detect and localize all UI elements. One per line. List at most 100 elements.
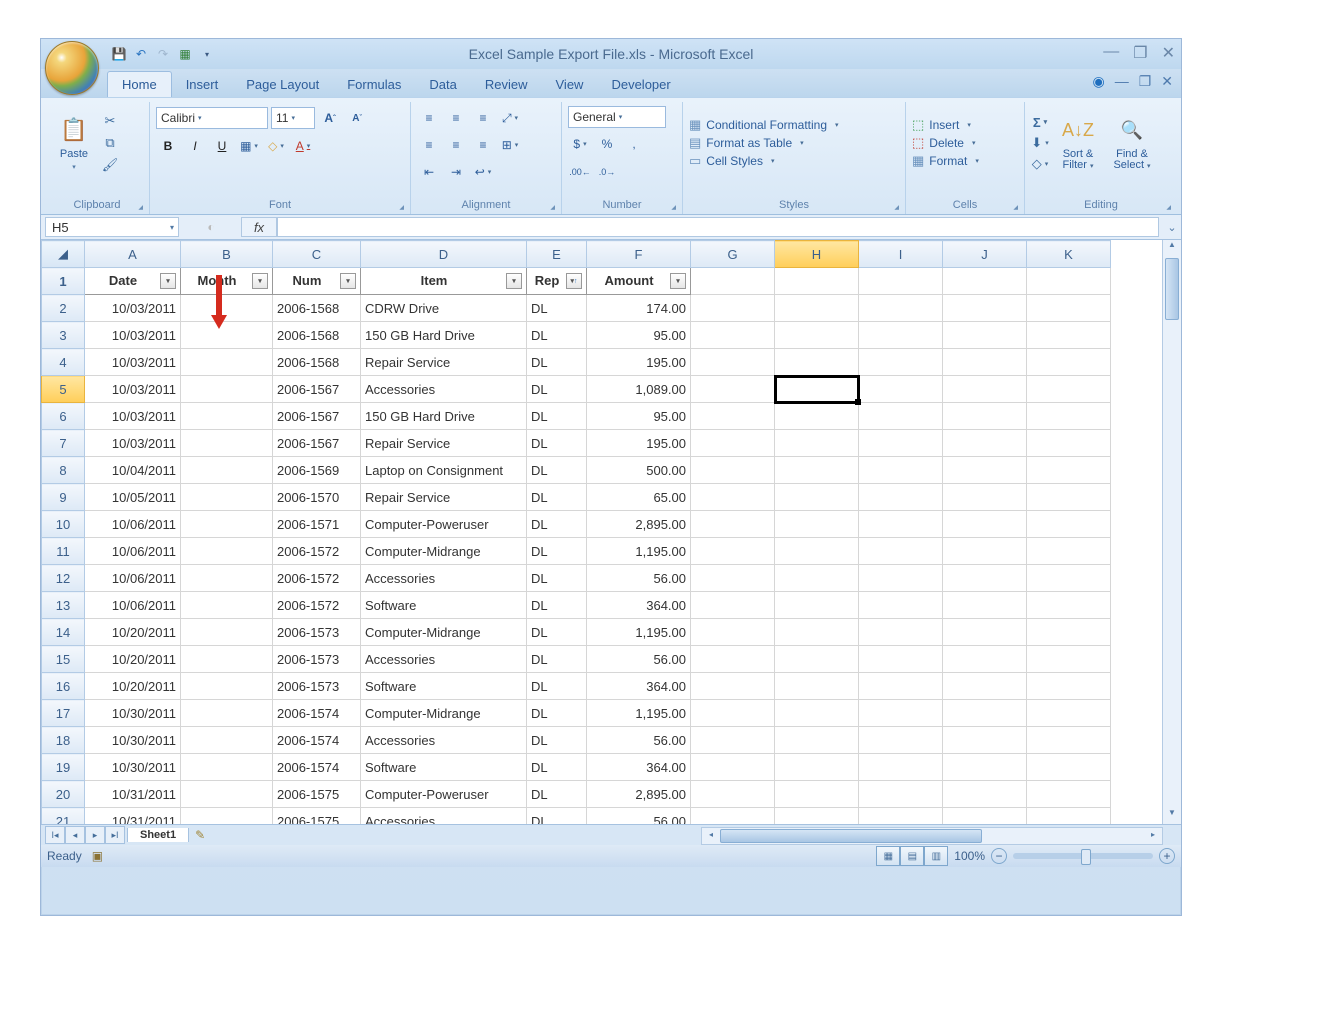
tab-page-layout[interactable]: Page Layout	[232, 72, 333, 97]
worksheet-grid[interactable]: ◢ABCDEFGHIJK1Date▾Month▾Num▾Item▾Rep▾↑Am…	[41, 240, 1181, 824]
cell-J6[interactable]	[943, 403, 1027, 430]
cell-C20[interactable]: 2006-1575	[273, 781, 361, 808]
cell-I5[interactable]	[859, 376, 943, 403]
cell-K6[interactable]	[1027, 403, 1111, 430]
cell-I18[interactable]	[859, 727, 943, 754]
format-as-table-button[interactable]: ▤Format as Table▾	[689, 135, 804, 151]
cell-E19[interactable]: DL	[527, 754, 587, 781]
header-cell-D[interactable]: Item▾	[361, 268, 527, 295]
window-minimize-icon[interactable]: —	[1115, 73, 1129, 90]
filter-button-F[interactable]: ▾	[670, 273, 686, 289]
cell-B21[interactable]	[181, 808, 273, 825]
cell-K17[interactable]	[1027, 700, 1111, 727]
cell-I8[interactable]	[859, 457, 943, 484]
header-cell-I[interactable]	[859, 268, 943, 295]
row-header-14[interactable]: 14	[42, 619, 85, 646]
cell-K16[interactable]	[1027, 673, 1111, 700]
cell-E11[interactable]: DL	[527, 538, 587, 565]
cell-J2[interactable]	[943, 295, 1027, 322]
cell-A16[interactable]: 10/20/2011	[85, 673, 181, 700]
cell-F9[interactable]: 65.00	[587, 484, 691, 511]
cell-B10[interactable]	[181, 511, 273, 538]
wrap-text-icon[interactable]: ↩▾	[471, 160, 495, 184]
tab-developer[interactable]: Developer	[597, 72, 684, 97]
cell-C10[interactable]: 2006-1571	[273, 511, 361, 538]
vertical-scrollbar[interactable]: ▲ ▼	[1162, 240, 1181, 824]
conditional-formatting-button[interactable]: ▦Conditional Formatting▾	[689, 117, 839, 133]
cell-A6[interactable]: 10/03/2011	[85, 403, 181, 430]
cell-B19[interactable]	[181, 754, 273, 781]
cell-H12[interactable]	[775, 565, 859, 592]
cell-A5[interactable]: 10/03/2011	[85, 376, 181, 403]
redo-icon[interactable]: ↷	[155, 46, 171, 62]
cell-G2[interactable]	[691, 295, 775, 322]
macro-record-icon[interactable]: ▣	[92, 849, 103, 863]
row-header-17[interactable]: 17	[42, 700, 85, 727]
cell-F10[interactable]: 2,895.00	[587, 511, 691, 538]
cell-J14[interactable]	[943, 619, 1027, 646]
scroll-left-icon[interactable]: ◂	[704, 830, 718, 839]
cell-K8[interactable]	[1027, 457, 1111, 484]
merge-center-icon[interactable]: ⊞▾	[498, 133, 522, 157]
cell-A4[interactable]: 10/03/2011	[85, 349, 181, 376]
save-icon[interactable]: 💾	[111, 46, 127, 62]
cell-G14[interactable]	[691, 619, 775, 646]
page-layout-view-button[interactable]: ▤	[900, 846, 924, 866]
cell-E8[interactable]: DL	[527, 457, 587, 484]
cell-A21[interactable]: 10/31/2011	[85, 808, 181, 825]
cell-J20[interactable]	[943, 781, 1027, 808]
cell-J9[interactable]	[943, 484, 1027, 511]
cell-G4[interactable]	[691, 349, 775, 376]
cell-J8[interactable]	[943, 457, 1027, 484]
cell-H20[interactable]	[775, 781, 859, 808]
cell-I17[interactable]	[859, 700, 943, 727]
row-header-4[interactable]: 4	[42, 349, 85, 376]
cell-D14[interactable]: Computer-Midrange	[361, 619, 527, 646]
office-button[interactable]	[45, 41, 99, 95]
cell-D5[interactable]: Accessories	[361, 376, 527, 403]
cell-C4[interactable]: 2006-1568	[273, 349, 361, 376]
tab-formulas[interactable]: Formulas	[333, 72, 415, 97]
vscroll-thumb[interactable]	[1165, 258, 1179, 320]
cell-I12[interactable]	[859, 565, 943, 592]
cut-icon[interactable]: ✂	[101, 112, 119, 130]
col-header-J[interactable]: J	[943, 241, 1027, 268]
zoom-slider-thumb[interactable]	[1081, 849, 1091, 865]
fill-icon[interactable]: ⬇▾	[1031, 134, 1049, 152]
cell-E10[interactable]: DL	[527, 511, 587, 538]
orientation-icon[interactable]: ⤢▾	[498, 106, 522, 130]
col-header-G[interactable]: G	[691, 241, 775, 268]
cell-I13[interactable]	[859, 592, 943, 619]
row-header-11[interactable]: 11	[42, 538, 85, 565]
cell-F15[interactable]: 56.00	[587, 646, 691, 673]
row-header-16[interactable]: 16	[42, 673, 85, 700]
tab-home[interactable]: Home	[107, 71, 172, 97]
close-button[interactable]: ✕	[1162, 43, 1175, 63]
cell-I9[interactable]	[859, 484, 943, 511]
cell-D2[interactable]: CDRW Drive	[361, 295, 527, 322]
restore-button[interactable]: ❐	[1133, 43, 1147, 63]
cell-K11[interactable]	[1027, 538, 1111, 565]
cell-I15[interactable]	[859, 646, 943, 673]
zoom-in-button[interactable]: +	[1159, 848, 1175, 864]
cell-E2[interactable]: DL	[527, 295, 587, 322]
tab-insert[interactable]: Insert	[172, 72, 233, 97]
cell-C11[interactable]: 2006-1572	[273, 538, 361, 565]
cell-A8[interactable]: 10/04/2011	[85, 457, 181, 484]
cell-A9[interactable]: 10/05/2011	[85, 484, 181, 511]
cell-E4[interactable]: DL	[527, 349, 587, 376]
cell-F16[interactable]: 364.00	[587, 673, 691, 700]
cell-C21[interactable]: 2006-1575	[273, 808, 361, 825]
cell-G5[interactable]	[691, 376, 775, 403]
cell-A2[interactable]: 10/03/2011	[85, 295, 181, 322]
cell-A18[interactable]: 10/30/2011	[85, 727, 181, 754]
bold-button[interactable]: B	[156, 134, 180, 158]
cell-I10[interactable]	[859, 511, 943, 538]
cell-H18[interactable]	[775, 727, 859, 754]
sheet-nav-prev-icon[interactable]: ◂	[65, 826, 85, 844]
cell-K9[interactable]	[1027, 484, 1111, 511]
cell-K15[interactable]	[1027, 646, 1111, 673]
cell-B9[interactable]	[181, 484, 273, 511]
cell-G21[interactable]	[691, 808, 775, 825]
cell-I11[interactable]	[859, 538, 943, 565]
